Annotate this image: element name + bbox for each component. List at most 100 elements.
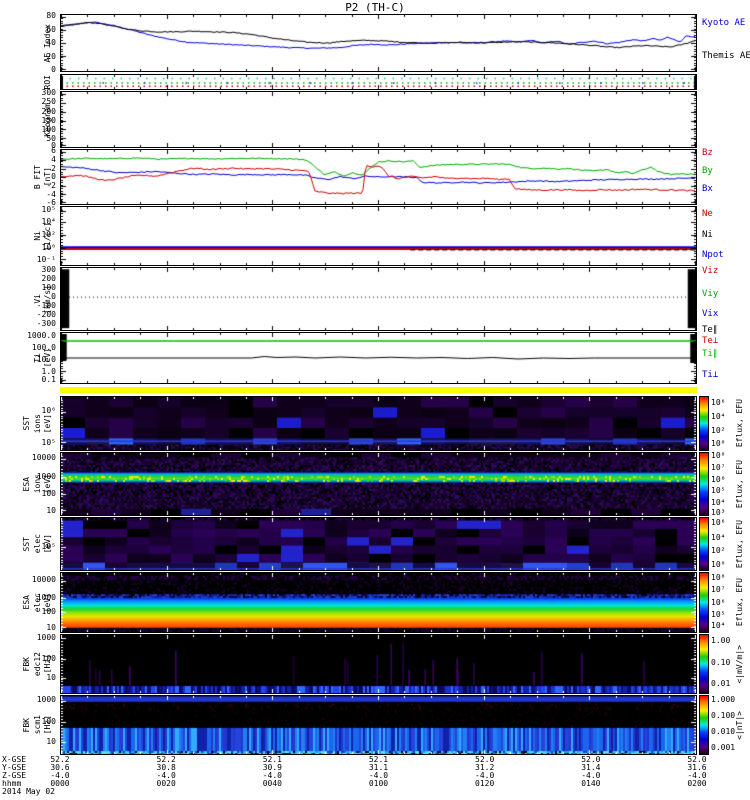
panel-left-label: FBK scm1 [Hz] <box>8 695 52 755</box>
panel-bfit-canvas <box>61 150 696 204</box>
right-label: Ne <box>702 209 713 220</box>
colorbar-tick-label: 10⁸ <box>711 573 726 583</box>
left-label-line: [eV] <box>42 474 52 494</box>
colorbar-title-text: <|mV/m|> <box>735 644 744 684</box>
panel-ni <box>60 206 697 266</box>
colorbar-tick-label: 10⁰ <box>711 559 726 569</box>
panel-ni-canvas <box>61 207 696 265</box>
panel-left-label: ESA elec [eV] <box>8 572 52 633</box>
colorbar-tick-label: 0.001 <box>711 743 736 753</box>
panel-left-label: ESA ions [eV] <box>8 452 52 516</box>
left-label-line: elec <box>32 534 42 554</box>
right-label: By <box>702 166 713 177</box>
colorbar-tick-label: 10⁷ <box>711 463 726 472</box>
panel-keogram-canvas <box>61 92 696 147</box>
colorbar-tick-label: 10⁶ <box>711 518 726 528</box>
left-label-line: [km/s] <box>42 284 52 314</box>
panel-left-label: SST ions [eV] <box>8 396 52 451</box>
colorbar <box>699 517 709 571</box>
panel-left-label: Ni [1/cc] <box>8 206 52 266</box>
axis-row-value: 0200 <box>687 779 707 788</box>
left-label-line: elec <box>32 592 42 613</box>
colorbar-tick-label: 10⁶ <box>711 597 726 607</box>
colorbar-tick-label: 10⁴ <box>711 411 726 421</box>
panel-keogram <box>60 91 697 148</box>
panel-bfit <box>60 149 697 205</box>
left-label-line: FBK <box>22 656 32 672</box>
panel-left-label: Vi [km/s] <box>8 267 52 331</box>
left-label-line: SST <box>22 416 32 431</box>
left-label-line: [eV] <box>42 348 52 368</box>
colorbar-tick-label: 10⁶ <box>711 474 726 484</box>
panel-roi <box>60 74 697 90</box>
left-label-line: B FIT <box>32 164 42 190</box>
axis-row-value: 0140 <box>581 779 601 788</box>
date-label: 2014 May 02 <box>2 787 55 796</box>
panel-left-label: Keogram <box>8 91 52 148</box>
colorbar-title-text: Eflux, EFU <box>735 399 744 448</box>
panel-left-label: SST elec [eV] <box>8 517 52 571</box>
panel-sst_ion <box>60 396 697 451</box>
panel-esa_ion <box>60 452 697 516</box>
right-label: Bx <box>702 184 713 195</box>
colorbar-title: Eflux, EFU <box>735 572 744 633</box>
colorbar-tick-label: 1.000 <box>711 694 736 704</box>
left-label-line: ROI <box>42 74 52 90</box>
left-label-line: Vi <box>32 294 42 304</box>
themis-overview-plot: P2 (TH-C) 80 60 40 20 0 AE Index Kyoto AE Themi… <box>0 0 750 800</box>
right-label: Ti⊥ <box>702 369 719 380</box>
colorbar-tick-label: 10⁵ <box>711 609 726 619</box>
colorbar-tick-label: 10⁵ <box>711 486 726 496</box>
panel-fbk_edc-canvas <box>61 635 696 693</box>
plot-title: P2 (TH-C) <box>345 1 405 14</box>
left-label-line: [eV] <box>42 534 52 554</box>
panel-roi-canvas <box>61 75 696 89</box>
panel-esa_elec <box>60 572 697 633</box>
colorbar-tick-label: 10⁴ <box>711 532 726 542</box>
axis-row-value: 0020 <box>156 779 176 788</box>
left-label-line: ESA <box>22 595 32 610</box>
colorbar-title-text: Eflux, EFU <box>735 519 744 569</box>
panel-vi <box>60 267 697 331</box>
panel-ti-canvas <box>61 333 696 383</box>
left-label-line: [1/cc] <box>42 221 52 251</box>
axis-row-value: 0120 <box>475 779 495 788</box>
right-label: Viz <box>702 265 719 276</box>
left-label-line: SST <box>22 536 32 552</box>
axis-row-value: 0040 <box>262 779 282 788</box>
panel-ae-canvas <box>61 15 696 71</box>
panel-fbk_scm-canvas <box>61 696 696 754</box>
colorbar <box>699 634 709 694</box>
panel-ae <box>60 14 697 72</box>
colorbar-tick-label: 10⁴ <box>711 497 726 507</box>
colorbar-tick-label: 10⁸ <box>711 451 726 461</box>
panel-left-label: AE Index <box>8 14 52 72</box>
right-label: Viy <box>702 288 719 299</box>
colorbar-tick-label: 0.01 <box>711 679 731 689</box>
panel-left-label: Ti [eV] <box>8 332 52 384</box>
colorbar-title-text: <|nT|> <box>735 710 744 740</box>
panel-left-label: FBK edc12 [Hz] <box>8 634 52 694</box>
colorbar-tick-label: 10² <box>711 425 726 435</box>
mode-bar <box>60 387 697 393</box>
colorbar-tick-label: 10⁰ <box>711 439 726 449</box>
colorbar-tick-label: 0.010 <box>711 727 736 737</box>
colorbar-tick-label: 10⁶ <box>711 397 726 407</box>
left-label-line: ESA <box>22 476 32 492</box>
right-label: Vix <box>702 309 719 320</box>
axis-row-value: 0100 <box>368 779 389 788</box>
panel-esa_ion-canvas <box>61 453 696 515</box>
right-label: Ni <box>702 229 713 240</box>
colorbar-tick-label: 10³ <box>711 507 726 517</box>
left-label-line: ions <box>32 474 42 494</box>
left-label-line: Ti <box>32 353 42 363</box>
colorbar <box>699 695 709 755</box>
panel-esa_elec-canvas <box>61 573 696 632</box>
colorbar-tick-label: 10² <box>711 546 726 556</box>
colorbar <box>699 572 709 633</box>
colorbar <box>699 396 709 451</box>
panel-vi-canvas <box>61 268 696 330</box>
colorbar-title: <|nT|> <box>735 695 744 755</box>
colorbar-tick-label: 0.10 <box>711 657 731 667</box>
colorbar-tick-label: 10⁴ <box>711 620 726 630</box>
